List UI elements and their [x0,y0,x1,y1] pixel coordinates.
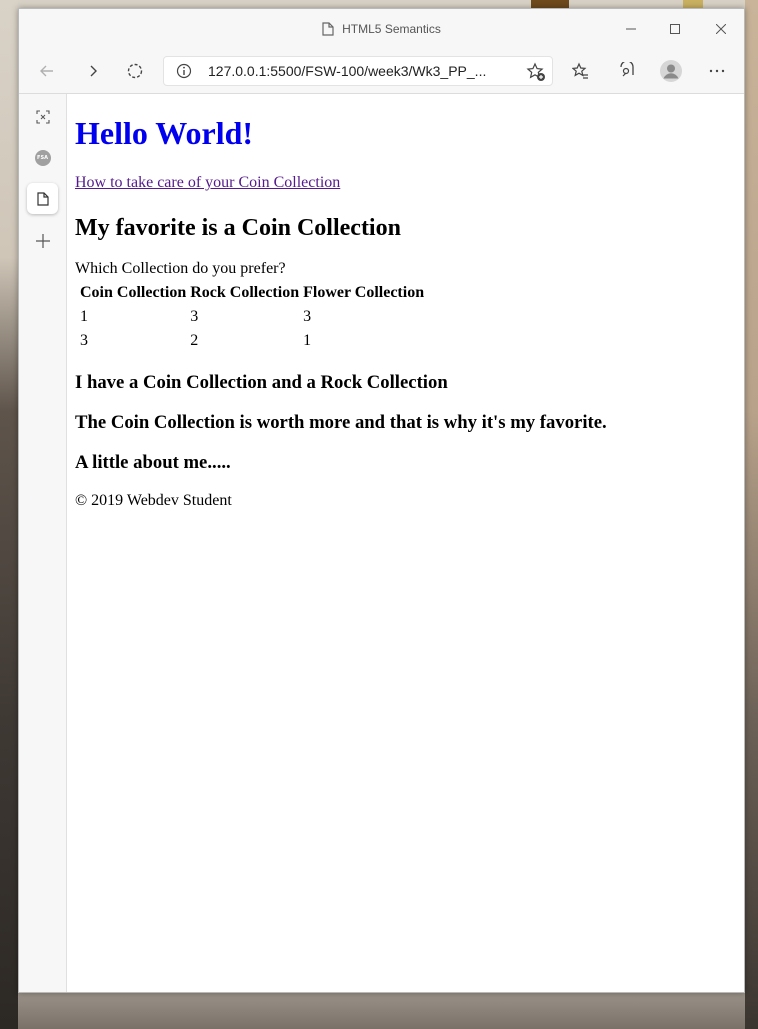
browser-toolbar: 127.0.0.1:5500/FSW-100/week3/Wk3_PP_... [19,49,744,94]
back-icon [40,65,53,77]
table-cell: 3 [303,308,312,325]
info-icon[interactable] [176,63,192,83]
tab-actions-button[interactable] [27,101,58,132]
url-text[interactable]: 127.0.0.1:5500/FSW-100/week3/Wk3_PP_... [208,63,508,79]
page-content: Hello World! How to take care of your Co… [67,94,744,992]
table-header: Coin Collection [80,284,187,301]
table-cell: 1 [303,332,312,349]
collection-statement: I have a Coin Collection and a Rock Coll… [75,372,448,393]
tab-actions-icon [35,109,50,124]
refresh-button[interactable] [121,57,149,85]
favorite-reason: The Coin Collection is worth more and th… [75,412,607,433]
maximize-icon [670,24,680,34]
add-favorite-icon[interactable] [526,62,546,86]
about-me-heading: A little about me..... [75,452,231,473]
window-title: HTML5 Semantics [342,22,441,36]
table-header: Rock Collection [190,284,300,301]
new-tab-icon [35,233,50,248]
table-cell: 2 [190,332,199,349]
refresh-icon [127,63,143,79]
fsa-tab-icon: FSA [34,149,51,166]
close-button[interactable] [699,9,743,49]
table-header: Flower Collection [303,284,425,301]
collections-button[interactable] [613,57,641,85]
table-row: 3 2 1 [79,330,425,352]
desktop-background-left [0,0,18,1029]
table-header-row: Coin Collection Rock Collection Flower C… [79,282,425,304]
page-tab[interactable] [27,183,58,214]
desktop-background-bottom [18,993,745,1029]
forward-button[interactable] [79,57,107,85]
page-tab-icon [36,191,49,206]
more-button[interactable] [703,57,731,85]
vertical-tabs-sidebar: FSA [19,94,67,992]
page-icon [322,22,334,36]
new-tab-button[interactable] [27,225,58,256]
fsa-tab[interactable]: FSA [27,142,58,173]
collections-icon [620,62,634,77]
title-bar[interactable]: HTML5 Semantics [19,9,744,49]
page-footer: © 2019 Webdev Student [75,492,232,509]
minimize-icon [626,28,636,30]
close-icon [716,24,726,34]
forward-icon [90,65,97,77]
table-cell: 3 [190,308,199,325]
profile-icon [660,60,682,82]
profile-button[interactable] [657,57,685,85]
desktop-background-top [18,0,745,8]
favorite-heading: My favorite is a Coin Collection [75,215,401,241]
browser-window: HTML5 Semantics 127.0.0.1:5500/FSW-100/w… [18,8,745,993]
favorites-button[interactable] [567,57,595,85]
table-row: 1 3 3 [79,306,425,328]
collection-table: Coin Collection Rock Collection Flower C… [77,280,427,354]
minimize-button[interactable] [609,9,653,49]
coin-care-link[interactable]: How to take care of your Coin Collection [75,174,735,192]
maximize-button[interactable] [653,9,697,49]
address-bar[interactable]: 127.0.0.1:5500/FSW-100/week3/Wk3_PP_... [163,56,553,86]
collection-question: Which Collection do you prefer? [75,260,286,277]
page-heading: Hello World! [75,115,254,151]
table-cell: 1 [80,308,88,325]
favorites-icon [572,62,588,79]
table-cell: 3 [80,332,88,349]
desktop-background-right [745,0,758,1029]
back-button[interactable] [33,57,61,85]
more-icon [709,69,725,73]
